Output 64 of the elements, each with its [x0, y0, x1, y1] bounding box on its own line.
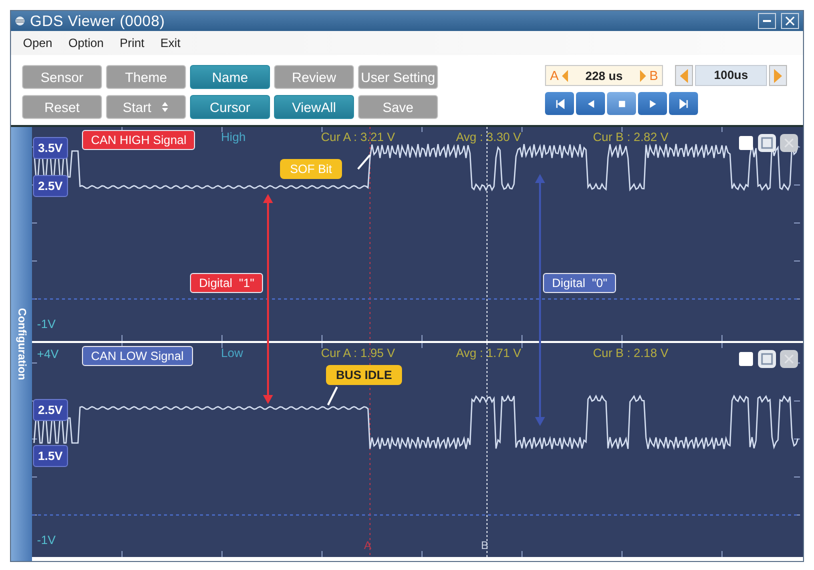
menu-item[interactable]: Option: [68, 36, 104, 50]
cursor-interval-display: A 228 us B: [545, 65, 663, 86]
cursor-reading: Cur A : 3.21 V: [321, 130, 396, 144]
configuration-tab[interactable]: Configuration: [11, 127, 32, 561]
playback-button[interactable]: [669, 92, 698, 115]
menu-item[interactable]: Exit: [160, 36, 180, 50]
callout-label: BUS IDLE: [326, 365, 402, 385]
scale-label: -1V: [37, 533, 56, 547]
toolbar-button[interactable]: Review: [274, 65, 354, 89]
minimize-button[interactable]: [758, 13, 776, 29]
cursor-label: A: [364, 540, 372, 552]
toolbar-button[interactable]: Reset: [22, 95, 102, 119]
average-reading: Avg : 3.30 V: [456, 130, 522, 144]
menu-item[interactable]: Print: [120, 36, 144, 50]
toolbar-button[interactable]: Sensor: [22, 65, 102, 89]
minimize-icon: [763, 20, 771, 22]
cursor-reading: Cur A : 1.95 V: [321, 346, 396, 360]
square-icon[interactable]: [737, 350, 755, 368]
mode-label: High: [221, 130, 246, 144]
toolbar-button[interactable]: Theme: [106, 65, 186, 89]
playback-button[interactable]: [545, 92, 574, 115]
channel-name-tag: CAN HIGH Signal: [82, 130, 196, 150]
average-reading: Avg : 1.71 V: [456, 346, 522, 360]
up-down-icon: [161, 101, 170, 113]
playback-button[interactable]: [638, 92, 667, 115]
level-marker: 2.5V: [33, 175, 68, 197]
leader-line: [327, 386, 338, 406]
app-icon: [15, 16, 25, 26]
menu-item[interactable]: Open: [23, 36, 52, 50]
toolbar-button[interactable]: Name: [190, 65, 270, 89]
close-icon[interactable]: [779, 349, 799, 369]
restore-icon[interactable]: [757, 133, 777, 153]
toolbar-button[interactable]: User Setting: [358, 65, 438, 89]
skip-icon: [676, 96, 690, 110]
channel-name-tag: CAN LOW Signal: [82, 346, 193, 366]
close-button[interactable]: [781, 13, 799, 29]
left-triangle-icon: [679, 68, 689, 84]
window-title: GDS Viewer (0008): [30, 12, 166, 30]
scale-label: -1V: [37, 317, 56, 331]
right-triangle-icon: [773, 68, 783, 84]
annotation-label: Digital "0": [543, 273, 616, 293]
level-marker: 1.5V: [33, 445, 68, 467]
right-triangle-icon: [640, 70, 646, 82]
toolbar-button[interactable]: Save: [358, 95, 438, 119]
restore-icon[interactable]: [757, 349, 777, 369]
annotation-label: Digital "1": [190, 273, 264, 293]
playback-button[interactable]: [576, 92, 605, 115]
leader-line: [357, 154, 371, 170]
toolbar-button[interactable]: ViewAll: [274, 95, 354, 119]
level-marker: 3.5V: [33, 137, 68, 159]
scale-label: +4V: [37, 347, 59, 361]
close-icon[interactable]: [779, 133, 799, 153]
cursor-label: B: [481, 540, 488, 552]
level-marker: 2.5V: [33, 399, 68, 421]
toolbar-button[interactable]: Cursor: [190, 95, 270, 119]
playback-button[interactable]: [607, 92, 636, 115]
cursor-reading: Cur B : 2.82 V: [593, 130, 668, 144]
mode-label: Low: [221, 346, 244, 360]
left-triangle-icon: [562, 70, 568, 82]
cursor-reading: Cur B : 2.18 V: [593, 346, 668, 360]
square-icon[interactable]: [737, 134, 755, 152]
toolbar-button[interactable]: Start: [106, 95, 186, 119]
time-scale-field: 100us: [695, 65, 767, 86]
callout-label: SOF Bit: [280, 159, 342, 179]
